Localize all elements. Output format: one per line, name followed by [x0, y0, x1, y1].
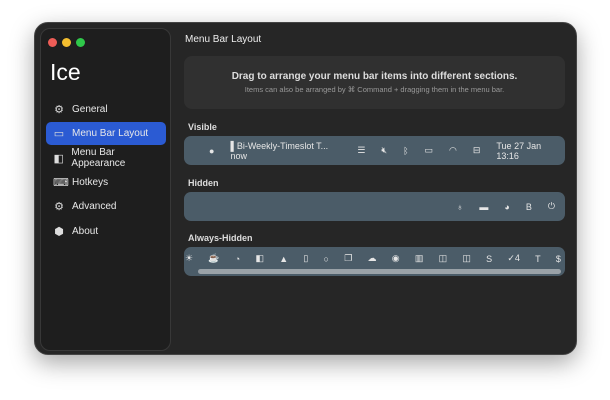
wine-glass-icon[interactable]: ♁ [457, 202, 464, 212]
sidebar-item-about[interactable]: ⬢ About [46, 220, 166, 243]
battery-icon[interactable]: ▭ [424, 145, 433, 156]
sidebar-item-label: Menu Bar Layout [72, 128, 149, 140]
sun-icon[interactable]: ☀ [185, 253, 193, 264]
hidden-section[interactable]: ♁ ▬ ◕ B ⏻ [184, 192, 565, 221]
sidebar-item-menu-bar-appearance[interactable]: ◧ Menu Bar Appearance [46, 147, 166, 170]
check-count-icon[interactable]: ✓4 [507, 253, 520, 264]
visible-label: Visible [188, 122, 217, 132]
minimize-button[interactable] [62, 38, 71, 47]
money-bag-icon[interactable]: $ [556, 254, 561, 264]
app-alert-icon-1[interactable]: ◫ [439, 253, 448, 264]
wifi-icon[interactable]: ◠ [449, 145, 457, 156]
sidebar-item-menu-bar-layout[interactable]: ▭ Menu Bar Layout [46, 122, 166, 146]
windows-icon[interactable]: ❐ [344, 253, 352, 264]
teams-icon[interactable]: T [535, 254, 541, 264]
pie-icon[interactable]: ◕ [504, 202, 509, 212]
cube-icon: ⬢ [54, 225, 64, 238]
cloud-icon[interactable]: ☁ [368, 253, 377, 264]
info-subtext: Items can also be arranged by ⌘ Command … [244, 85, 505, 94]
dot-icon[interactable]: ● [209, 146, 214, 156]
sidebar-item-label: Advanced [72, 201, 117, 213]
user-icon[interactable]: ◉ [392, 253, 400, 264]
settings-window: Ice ⚙ General ▭ Menu Bar Layout ◧ Menu Bar Ap… [34, 22, 577, 355]
sidebar-item-general[interactable]: ⚙ General [46, 98, 166, 121]
info-box: Drag to arrange your menu bar items into… [184, 56, 565, 109]
app-alert-icon-2[interactable]: ◫ [462, 253, 471, 264]
hidden-label: Hidden [188, 178, 219, 188]
sidebar-item-label: Hotkeys [72, 176, 109, 188]
gears-icon: ⚙ [54, 201, 64, 214]
sidebar-item-label: About [72, 225, 99, 237]
sidebar: Ice ⚙ General ▭ Menu Bar Layout ◧ Menu Bar Ap… [40, 28, 171, 351]
sidebar-item-label: Menu Bar Appearance [71, 147, 126, 170]
drive-icon[interactable]: ▲ [279, 254, 288, 264]
horizontal-scrollbar[interactable] [198, 269, 561, 274]
bluetooth-icon[interactable]: ᛒ [403, 146, 408, 156]
layout-icon[interactable]: ◧ [255, 253, 264, 264]
key-icon[interactable]: ○ [324, 254, 329, 264]
always-hidden-label: Always-Hidden [188, 233, 253, 243]
mute-icon[interactable]: 🔇︎ [381, 145, 387, 156]
sidebar-item-label: General [72, 104, 108, 115]
app-title: Ice [50, 59, 81, 85]
sidebar-item-hotkeys[interactable]: ⌨ Hotkeys [46, 171, 166, 194]
gauge-icon[interactable]: ◔ [235, 254, 240, 264]
always-hidden-section[interactable]: ☀ ☕ ◔ ◧ ▲ ▯ ○ ❐ ☁ ◉ ▥ ◫ ◫ S ✓4 T $ [184, 247, 565, 276]
clock-item[interactable]: Tue 27 Jan 13:16 [496, 141, 565, 161]
main-content: Menu Bar Layout Drag to arrange your men… [183, 23, 576, 354]
skype-icon[interactable]: S [486, 254, 492, 264]
phone-icon[interactable]: ▯ [303, 253, 308, 264]
paint-palette-icon: ◧ [53, 152, 64, 165]
control-center-icon[interactable]: ⊟ [473, 145, 481, 156]
cup-icon[interactable]: ☕ [208, 253, 219, 264]
library-icon[interactable]: ▥ [415, 253, 424, 264]
calendar-event-item[interactable]: ▌Bi-Weekly-Timeslot T... now [230, 141, 345, 161]
gear-icon: ⚙ [54, 104, 64, 116]
close-button[interactable] [48, 38, 57, 47]
menubar-layout-icon: ▭ [53, 128, 65, 141]
zoom-button[interactable] [76, 38, 85, 47]
control-strip-icon[interactable]: ☰ [357, 145, 365, 156]
power-icon[interactable]: ⏻ [548, 201, 555, 212]
sidebar-item-advanced[interactable]: ⚙ Advanced [46, 195, 166, 218]
info-headline: Drag to arrange your menu bar items into… [231, 71, 518, 82]
keyboard-icon[interactable]: ▬ [479, 202, 488, 212]
keyboard-icon: ⌨ [53, 176, 69, 189]
visible-section[interactable]: ● ▌Bi-Weekly-Timeslot T... now ☰ 🔇︎ ᛒ ▭ ◠ ⊟ Tue … [184, 136, 565, 165]
b-icon[interactable]: B [526, 202, 532, 212]
page-title: Menu Bar Layout [185, 34, 262, 45]
